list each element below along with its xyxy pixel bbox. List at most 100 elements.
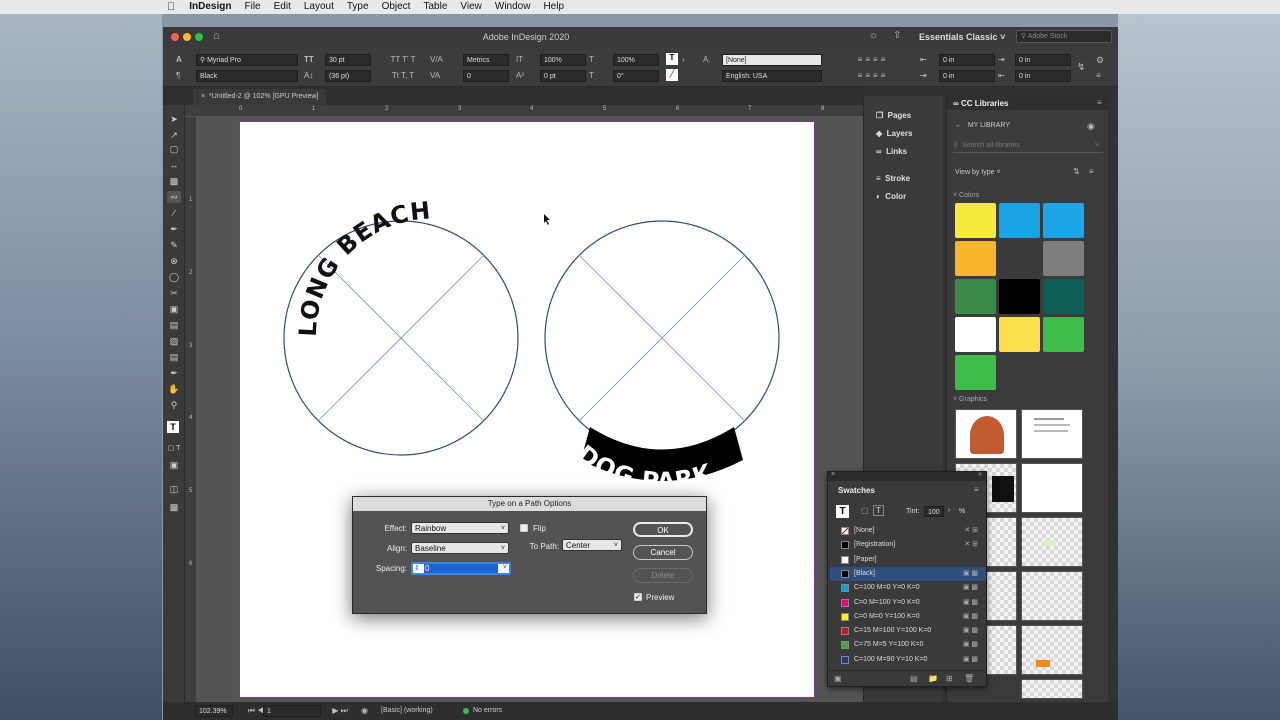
chevron-right-icon[interactable]: ›: [682, 55, 685, 65]
stroke-none-icon[interactable]: ╱: [666, 69, 678, 81]
cc-color-swatch[interactable]: [1043, 203, 1084, 238]
library-search-input[interactable]: ⚲ Search all libraries ˅: [953, 139, 1103, 153]
first-line-indent-field[interactable]: 0 in: [939, 70, 995, 82]
cc-color-swatch[interactable]: [999, 279, 1040, 314]
panel-menu-icon[interactable]: ≡: [1096, 71, 1101, 81]
kerning-field[interactable]: Metrics: [463, 54, 509, 66]
right-indent-field[interactable]: 0 in: [1015, 54, 1071, 66]
share-icon[interactable]: ⇧: [893, 30, 901, 41]
vertical-ruler[interactable]: 1 2 3 4 5 6: [185, 117, 197, 702]
gap-tool-icon[interactable]: ↔: [167, 159, 181, 171]
character-style-field[interactable]: [None]: [722, 54, 822, 66]
cc-color-swatch[interactable]: [1043, 279, 1084, 314]
apple-icon[interactable]: : [167, 0, 175, 14]
zoom-level-field[interactable]: 102.39%: [195, 705, 233, 717]
stroke-panel-button[interactable]: ≡ Stroke: [876, 174, 910, 183]
cc-libraries-title[interactable]: ∞ CC Libraries: [953, 99, 1009, 108]
fill-type-icon[interactable]: T: [666, 53, 678, 65]
swatch-row[interactable]: C=0 M=100 Y=0 K=0 ▣ ▩: [830, 596, 986, 610]
cc-color-swatch[interactable]: [955, 355, 996, 390]
delete-button[interactable]: Delete: [633, 568, 693, 583]
pasteboard[interactable]: LONG BEACH DOG PARK: [197, 117, 863, 702]
graphic-thumbnail-pig-label[interactable]: [955, 409, 1017, 459]
swatch-row[interactable]: C=100 M=0 Y=0 K=0 ▣ ▩: [830, 581, 986, 595]
last-line-indent-field[interactable]: 0 in: [1015, 70, 1071, 82]
pencil-tool-icon[interactable]: ✎: [167, 239, 181, 251]
cc-color-swatch[interactable]: [955, 241, 996, 276]
formatting-text-icon[interactable]: T: [873, 505, 884, 516]
formatting-affects-icon[interactable]: ▢ T: [167, 443, 181, 455]
panel-menu-icon[interactable]: ≡: [1097, 98, 1102, 107]
user-icon[interactable]: ◉: [1087, 121, 1095, 132]
ellipse-tool-icon[interactable]: ◯: [167, 271, 181, 283]
selection-tool-icon[interactable]: ➤: [167, 113, 181, 125]
apply-color-icon[interactable]: ▣: [167, 459, 181, 471]
swatch-row[interactable]: [Black] ▣ ▩: [830, 566, 986, 581]
graphic-thumbnail-11[interactable]: [1021, 679, 1083, 699]
close-tab-icon[interactable]: ×: [201, 93, 205, 100]
swatches-drag-bar[interactable]: ×»: [828, 471, 986, 481]
gradient-feather-tool-icon[interactable]: ▨: [167, 335, 181, 347]
font-style-field[interactable]: Black: [196, 70, 298, 82]
left-indent-field[interactable]: 0 in: [939, 54, 995, 66]
color-panel-button[interactable]: ◐ Color: [876, 192, 906, 201]
rectangle-frame-tool-icon[interactable]: ⊗: [167, 255, 181, 267]
lightbulb-icon[interactable]: ☼: [869, 30, 878, 41]
tint-field[interactable]: 100: [924, 506, 944, 517]
menu-help[interactable]: Help: [543, 0, 564, 14]
colors-section-header[interactable]: ˅ Colors: [953, 192, 979, 199]
eyedropper-tool-icon[interactable]: ✒: [167, 367, 181, 379]
pen-tool-icon[interactable]: ✒: [167, 223, 181, 235]
gradient-swatch-tool-icon[interactable]: ▤: [167, 319, 181, 331]
fill-stroke-icon[interactable]: T: [167, 421, 179, 433]
delete-swatch-icon[interactable]: 🗑: [964, 674, 974, 683]
cc-color-swatch[interactable]: [999, 241, 1040, 276]
circle-dog-park[interactable]: [544, 220, 780, 456]
ok-button[interactable]: OK: [633, 522, 693, 537]
swatch-views-icon[interactable]: ▤: [910, 674, 918, 683]
swatch-row[interactable]: C=75 M=5 Y=100 K=0 ▣ ▩: [830, 638, 986, 652]
swatch-row[interactable]: C=100 M=90 Y=10 K=0 ▣ ▩: [830, 653, 986, 667]
to-path-select[interactable]: Center ˅: [562, 539, 622, 551]
vertical-scale-field[interactable]: 100%: [540, 54, 586, 66]
panel-menu-icon[interactable]: ≡: [974, 485, 979, 494]
preview-checkbox[interactable]: ✓: [634, 593, 642, 601]
menu-table[interactable]: Table: [423, 0, 447, 14]
justify-icon[interactable]: ≡≡≡≡: [843, 71, 903, 81]
leading-field[interactable]: (36 pt): [325, 70, 371, 82]
swatches-title[interactable]: Swatches: [838, 486, 875, 495]
cc-color-swatch[interactable]: [999, 203, 1040, 238]
align-left-icon[interactable]: ≡≡≡≡: [843, 55, 903, 65]
fill-text-icon[interactable]: T: [836, 505, 849, 518]
menu-layout[interactable]: Layout: [304, 0, 334, 14]
layers-panel-button[interactable]: ◈ Layers: [876, 129, 912, 138]
close-panel-icon[interactable]: ×: [831, 471, 835, 478]
graphic-thumbnail-6[interactable]: [1021, 517, 1083, 567]
gear-icon[interactable]: ⚙: [1096, 55, 1104, 65]
note-tool-icon[interactable]: ▤: [167, 351, 181, 363]
lightning-icon[interactable]: ↯: [1077, 63, 1085, 73]
cc-color-swatch[interactable]: [955, 279, 996, 314]
graphic-thumbnail-document-2[interactable]: [1021, 463, 1083, 513]
zoom-tool-icon[interactable]: ⚲: [167, 399, 181, 411]
graphic-thumbnail-8[interactable]: [1021, 571, 1083, 621]
all-caps-icon[interactable]: TT T' T: [383, 55, 423, 65]
content-collector-icon[interactable]: ▩: [167, 175, 181, 187]
direct-selection-tool-icon[interactable]: ↗: [167, 129, 181, 141]
swatch-row[interactable]: C=0 M=0 Y=100 K=0 ▣ ▩: [830, 610, 986, 624]
baseline-shift-field[interactable]: 0 pt: [540, 70, 586, 82]
font-size-field[interactable]: 30 pt: [325, 54, 371, 66]
flip-checkbox[interactable]: [520, 524, 528, 532]
working-style-label[interactable]: [Basic] (working): [381, 707, 433, 714]
swatch-row[interactable]: C=15 M=100 Y=100 K=0 ▣ ▩: [830, 624, 986, 638]
document-tab[interactable]: × *Untitled-2 @ 102% [GPU Preview]: [193, 89, 327, 105]
language-field[interactable]: English: USA: [722, 70, 822, 82]
new-group-icon[interactable]: 📁: [928, 674, 938, 683]
preflight-status-label[interactable]: No errors: [473, 707, 502, 714]
spacing-stepper-icon[interactable]: ⇕: [414, 564, 420, 572]
swatch-row[interactable]: [None] ✕ ⊞: [830, 524, 986, 538]
cc-color-swatch[interactable]: [955, 203, 996, 238]
cc-color-swatch[interactable]: [1043, 317, 1084, 352]
chevron-right-icon[interactable]: ›: [948, 507, 950, 514]
preview-icon[interactable]: ◉: [361, 706, 368, 716]
